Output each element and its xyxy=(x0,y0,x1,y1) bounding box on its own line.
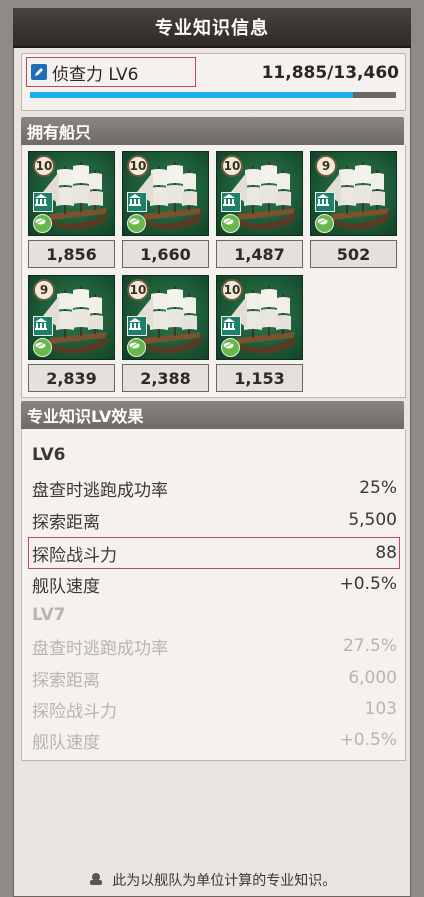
effect-value: 88 xyxy=(375,543,397,563)
footer-text: 此为以舰队为单位计算的专业知识。 xyxy=(112,873,337,889)
ship-count: 1,660 xyxy=(122,240,209,268)
bank-icon xyxy=(221,316,241,336)
effects-section-header: 专业知识LV效果 xyxy=(21,401,404,429)
effect-label: 探索距离 xyxy=(32,670,100,691)
xp-progress-fill xyxy=(30,92,354,98)
skill-name-highlight: 侦查力 LV6 xyxy=(26,57,196,87)
effects-list: LV6 盘查时逃跑成功率 25% 探索距离 5,500 探险战斗力 88 舰队速… xyxy=(21,429,406,761)
ship-level-badge: 9 xyxy=(33,279,55,301)
effect-label: 盘查时逃跑成功率 xyxy=(32,480,168,501)
current-level-label: LV6 xyxy=(32,445,66,465)
effect-row: 探索距离 5,500 xyxy=(32,505,397,535)
next-effect-row: 舰队速度 +0.5% xyxy=(32,725,397,755)
fleet-icon xyxy=(88,872,104,890)
effect-value: 27.5% xyxy=(342,636,397,656)
ship-card[interactable]: 10 1,856 xyxy=(28,151,115,274)
effect-value: 103 xyxy=(364,699,397,719)
ship-level-badge: 10 xyxy=(127,155,149,177)
next-effect-row: 盘查时逃跑成功率 27.5% xyxy=(32,631,397,661)
leaf-icon xyxy=(221,338,240,357)
leaf-icon xyxy=(315,214,334,233)
ship-image: 10 xyxy=(216,151,303,236)
ship-count: 502 xyxy=(310,240,397,268)
ship-image: 9 xyxy=(28,275,115,360)
leaf-icon xyxy=(127,214,146,233)
footer-note: 此为以舰队为单位计算的专业知识。 xyxy=(13,870,411,890)
effect-label: 舰队速度 xyxy=(32,576,100,597)
ship-level-badge: 10 xyxy=(221,155,243,177)
ship-count: 2,839 xyxy=(28,364,115,392)
effect-label: 探索距离 xyxy=(32,512,100,533)
effect-label: 探险战斗力 xyxy=(32,701,117,722)
skill-name: 侦查力 LV6 xyxy=(52,64,139,85)
ships-grid: 10 1,856 10 1,660 10 1,487 9 502 9 2,839… xyxy=(21,145,406,398)
leaf-icon xyxy=(221,214,240,233)
bank-icon xyxy=(221,192,241,212)
ship-level-badge: 10 xyxy=(127,279,149,301)
next-effect-row: 探险战斗力 103 xyxy=(32,694,397,724)
skill-summary: 侦查力 LV6 11,885/13,460 xyxy=(21,53,406,111)
ship-card[interactable]: 10 1,660 xyxy=(122,151,209,274)
bank-icon xyxy=(127,192,147,212)
bank-icon xyxy=(315,192,335,212)
ship-image: 9 xyxy=(310,151,397,236)
ship-card[interactable]: 10 1,487 xyxy=(216,151,303,274)
effect-label: 盘查时逃跑成功率 xyxy=(32,638,168,659)
ship-count: 2,388 xyxy=(122,364,209,392)
ship-image: 10 xyxy=(216,275,303,360)
effect-value: +0.5% xyxy=(339,730,397,750)
bank-icon xyxy=(33,192,53,212)
leaf-icon xyxy=(33,338,52,357)
next-effect-row: 探索距离 6,000 xyxy=(32,663,397,693)
window-title: 专业知识信息 xyxy=(13,8,411,48)
ship-image: 10 xyxy=(122,275,209,360)
effect-row-highlighted: 探险战斗力 88 xyxy=(32,538,397,568)
effect-row: 舰队速度 +0.5% xyxy=(32,569,397,599)
ship-count: 1,856 xyxy=(28,240,115,268)
effect-row: 盘查时逃跑成功率 25% xyxy=(32,473,397,503)
pen-icon xyxy=(31,64,47,80)
effect-label: 探险战斗力 xyxy=(32,545,117,566)
skill-info-panel: 专业知识信息 侦查力 LV6 11,885/13,460 拥有船只 10 1,8… xyxy=(13,8,411,897)
bank-icon xyxy=(33,316,53,336)
effect-value: 6,000 xyxy=(348,668,397,688)
ship-count: 1,153 xyxy=(216,364,303,392)
effect-value: +0.5% xyxy=(339,574,397,594)
effect-label: 舰队速度 xyxy=(32,732,100,753)
leaf-icon xyxy=(127,338,146,357)
ship-card[interactable]: 9 502 xyxy=(310,151,397,274)
ships-section-header: 拥有船只 xyxy=(21,117,404,145)
ship-level-badge: 9 xyxy=(315,155,337,177)
ship-card[interactable]: 10 2,388 xyxy=(122,275,209,398)
ship-image: 10 xyxy=(122,151,209,236)
skill-xp: 11,885/13,460 xyxy=(261,63,399,83)
next-level-label: LV7 xyxy=(32,605,66,625)
effect-value: 25% xyxy=(359,478,397,498)
bank-icon xyxy=(127,316,147,336)
ship-count: 1,487 xyxy=(216,240,303,268)
ship-card[interactable]: 9 2,839 xyxy=(28,275,115,398)
effect-value: 5,500 xyxy=(348,510,397,530)
ship-level-badge: 10 xyxy=(33,155,55,177)
ship-level-badge: 10 xyxy=(221,279,243,301)
leaf-icon xyxy=(33,214,52,233)
xp-progress-bar xyxy=(30,92,396,98)
ship-image: 10 xyxy=(28,151,115,236)
ship-card[interactable]: 10 1,153 xyxy=(216,275,303,398)
